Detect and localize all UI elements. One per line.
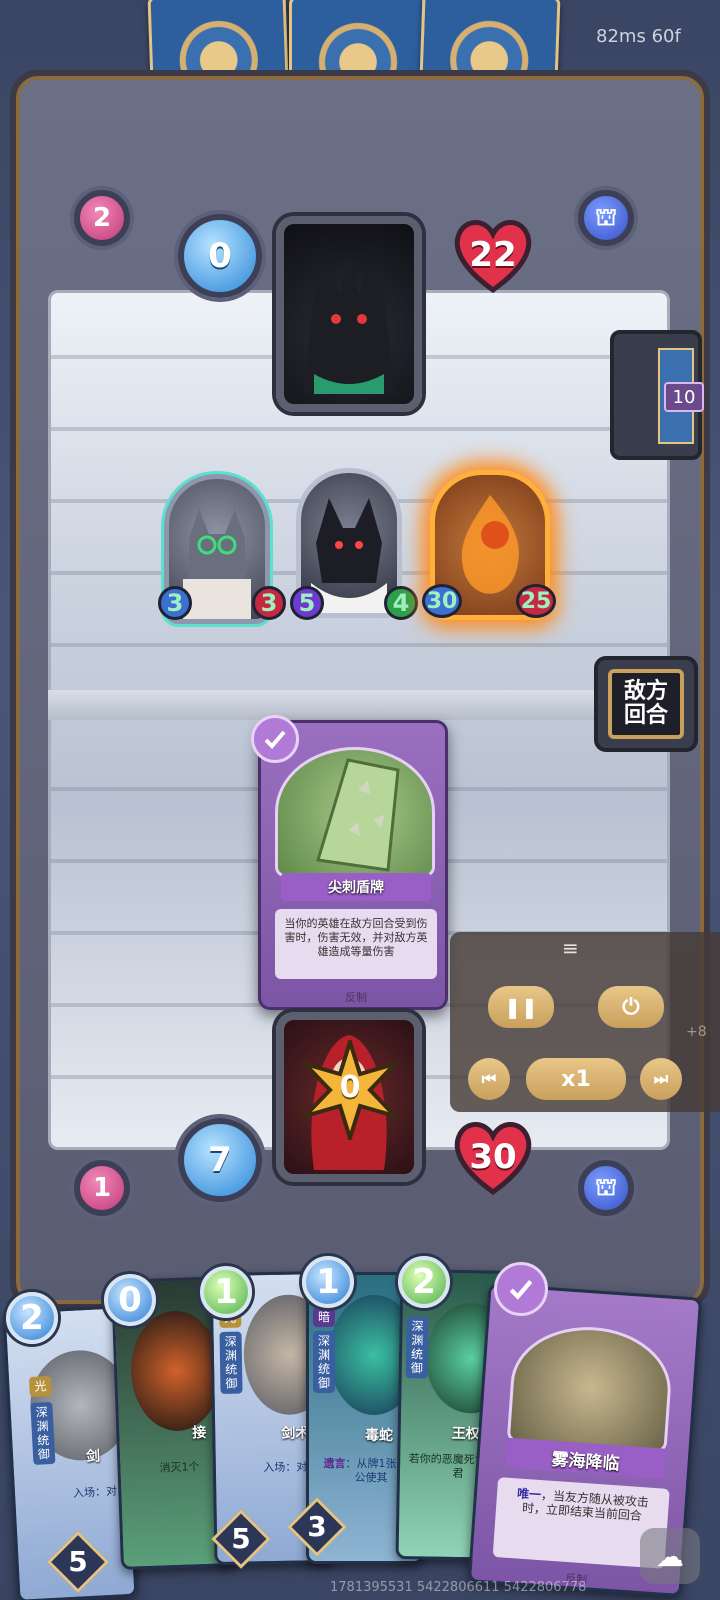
emote-button[interactable]: ☁ xyxy=(640,1528,700,1584)
power-button[interactable]: ⏻ xyxy=(598,986,664,1028)
enemy-health: 22 xyxy=(448,210,538,300)
hero-power-star[interactable]: 0 xyxy=(298,1035,402,1145)
tombstone-icon: ⛫ xyxy=(594,202,618,231)
end-turn-label: 敌方回合 xyxy=(608,669,684,739)
card-power: 5 xyxy=(231,1522,251,1555)
card-type: 反制 xyxy=(345,991,367,1004)
minion-health: 3 xyxy=(252,586,286,620)
player-graveyard-button[interactable]: ⛫ xyxy=(578,1160,634,1216)
minion-health: 4 xyxy=(384,586,418,620)
card-cost: 2 xyxy=(398,1256,450,1308)
minion-attack: 5 xyxy=(290,586,324,620)
perf-readout: 82ms 60f xyxy=(596,26,681,47)
fog-creature-icon xyxy=(506,1321,675,1453)
speed-button[interactable]: x1 xyxy=(526,1058,626,1100)
next-button[interactable]: ⏭ xyxy=(640,1058,682,1100)
session-id: 1781395531 5422806611 5422806778 xyxy=(330,1580,587,1595)
played-card[interactable]: 尖刺盾牌 当你的英雄在敌方回合受到伤害时，伤害无效，并对敌方英雄造成等量伤害 反… xyxy=(251,715,448,1010)
pause-icon: ❚❚ xyxy=(504,995,538,1019)
deck-count: 10 xyxy=(664,382,704,412)
enemy-hand-count: 2 xyxy=(74,190,130,246)
skip-back-icon: ⏮ xyxy=(481,1069,497,1088)
previous-button[interactable]: ⏮ xyxy=(468,1058,510,1100)
panel-drag-handle[interactable]: ≡ xyxy=(562,936,579,960)
card-cost: 0 xyxy=(104,1274,156,1326)
player-mana-orb: 7 xyxy=(178,1118,262,1202)
minion-attack: 3 xyxy=(158,586,192,620)
player-hand-count: 1 xyxy=(74,1160,130,1216)
chat-icon: ☁ xyxy=(656,1539,684,1573)
enemy-deck: 10 xyxy=(610,330,704,460)
card-cost: 1 xyxy=(302,1256,354,1308)
card-text: 当你的英雄在敌方回合受到伤害时，伤害无效，并对敌方英雄造成等量伤害 xyxy=(275,909,437,979)
card-power: 5 xyxy=(68,1545,88,1578)
card-power: 3 xyxy=(307,1510,327,1543)
player-health: 30 xyxy=(448,1112,538,1202)
tombstone-icon: ⛫ xyxy=(594,1172,618,1201)
werewolf-icon xyxy=(304,254,394,394)
power-icon: ⏻ xyxy=(622,994,640,1020)
card-cost: 1 xyxy=(200,1266,252,1318)
spiked-shield-icon xyxy=(316,758,400,872)
card-art xyxy=(275,747,435,877)
card-cost: 2 xyxy=(6,1292,58,1344)
minion-attack: 30 xyxy=(422,584,462,618)
end-turn-button[interactable]: 敌方回合 xyxy=(594,656,698,752)
replay-control-panel: ≡ +8 ❚❚ ⏻ ⏮ x1 ⏭ xyxy=(450,932,720,1112)
counter-icon xyxy=(494,1262,548,1316)
card-name: 尖刺盾牌 xyxy=(328,880,384,896)
skip-forward-icon: ⏭ xyxy=(653,1069,669,1088)
enemy-hero-portrait[interactable] xyxy=(276,216,422,412)
pause-button[interactable]: ❚❚ xyxy=(488,986,554,1028)
hooded-figure-icon xyxy=(129,1309,224,1433)
enemy-graveyard-button[interactable]: ⛫ xyxy=(578,190,634,246)
minion-health: 25 xyxy=(516,584,556,618)
enemy-mana-orb: 0 xyxy=(178,214,262,298)
battlefield-divider xyxy=(48,690,670,720)
